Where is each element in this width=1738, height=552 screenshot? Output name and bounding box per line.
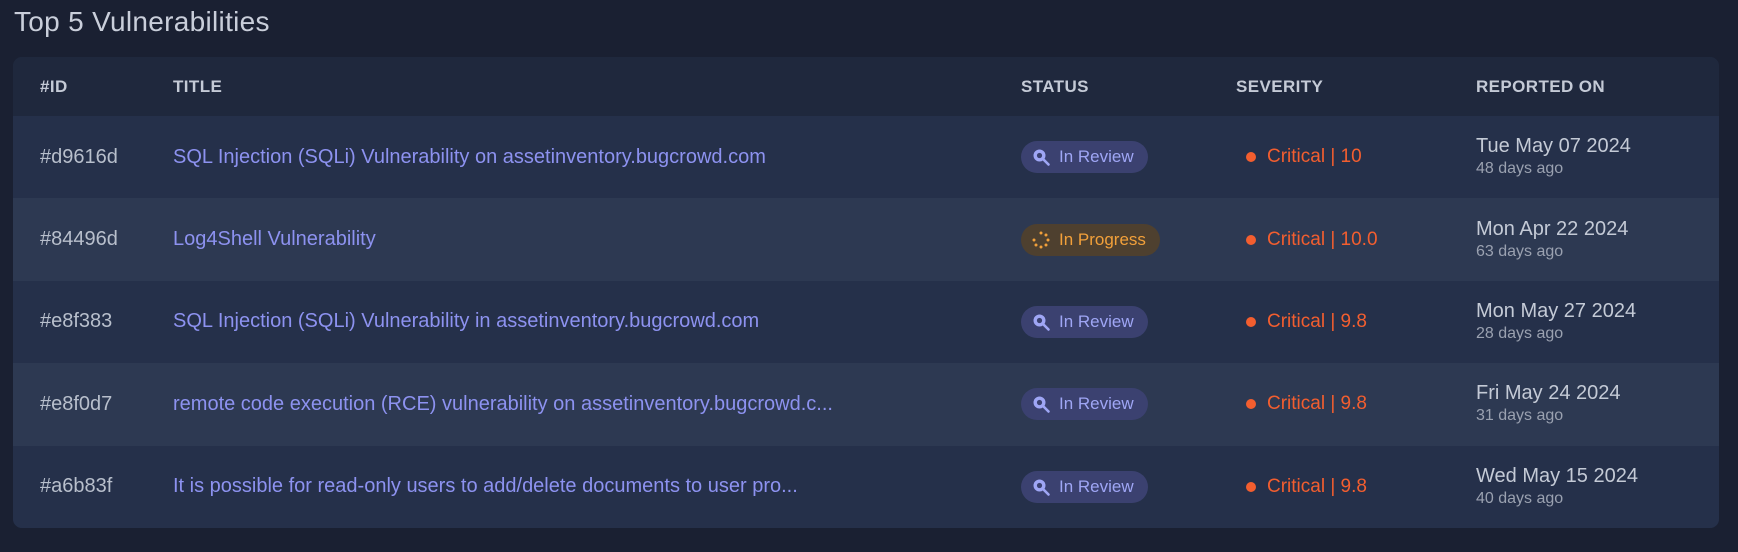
reported-relative: 28 days ago <box>1476 324 1564 342</box>
status-label: In Review <box>1059 476 1134 496</box>
status-label: In Review <box>1059 311 1134 331</box>
magnifier-icon <box>1033 149 1050 166</box>
reported-date: Tue May 07 2024 <box>1476 135 1631 158</box>
magnifier-icon <box>1033 314 1050 331</box>
table-row[interactable]: #d9616d SQL Injection (SQLi) Vulnerabili… <box>13 116 1719 199</box>
column-header-severity[interactable]: SEVERITY <box>1236 77 1476 97</box>
table-row[interactable]: #a6b83f It is possible for read-only use… <box>13 445 1719 528</box>
reported-relative: 48 days ago <box>1476 160 1564 178</box>
severity-dot-icon <box>1246 481 1256 492</box>
column-header-status[interactable]: STATUS <box>1021 77 1236 97</box>
severity-label: Critical | 9.8 <box>1267 475 1367 497</box>
severity-label: Critical | 9.8 <box>1267 310 1367 332</box>
table-row[interactable]: #e8f383 SQL Injection (SQLi) Vulnerabili… <box>13 280 1719 364</box>
status-badge: In Review <box>1021 305 1148 338</box>
vulnerability-title-link[interactable]: Log4Shell Vulnerability <box>173 228 376 250</box>
reported-relative: 63 days ago <box>1476 242 1564 260</box>
severity-label: Critical | 10.0 <box>1267 228 1378 250</box>
table-header: #ID TITLE STATUS SEVERITY REPORTED ON <box>13 57 1719 116</box>
status-badge: In Progress <box>1021 223 1160 256</box>
severity-dot-icon <box>1246 399 1256 410</box>
magnifier-icon <box>1033 396 1050 414</box>
vulnerability-id: #84496d <box>40 228 118 251</box>
vulnerability-title-link[interactable]: remote code execution (RCE) vulnerabilit… <box>173 393 833 415</box>
reported-relative: 40 days ago <box>1476 489 1564 507</box>
vulnerability-id: #e8f383 <box>40 310 113 333</box>
reported-date: Fri May 24 2024 <box>1476 382 1621 405</box>
column-header-reported-on[interactable]: REPORTED ON <box>1476 77 1719 97</box>
column-header-id[interactable]: #ID <box>13 77 173 97</box>
severity-dot-icon <box>1246 316 1256 327</box>
vulnerability-id: #d9616d <box>40 145 118 168</box>
status-badge: In Review <box>1021 470 1148 503</box>
reported-date: Wed May 15 2024 <box>1476 464 1638 487</box>
severity-label: Critical | 10 <box>1267 146 1362 168</box>
reported-relative: 31 days ago <box>1476 407 1564 425</box>
severity-label: Critical | 9.8 <box>1267 393 1367 415</box>
severity-indicator: Critical | 9.8 <box>1236 476 1367 498</box>
spinner-icon <box>1032 231 1050 249</box>
magnifier-icon <box>1033 479 1050 496</box>
table-row[interactable]: #84496d Log4Shell Vulnerability In Progr… <box>13 198 1719 281</box>
table-row[interactable]: #e8f0d7 remote code execution (RCE) vuln… <box>13 363 1719 446</box>
status-badge: In Review <box>1021 388 1148 421</box>
severity-dot-icon <box>1246 234 1256 245</box>
vulnerability-id: #e8f0d7 <box>40 392 113 415</box>
severity-indicator: Critical | 10 <box>1236 146 1362 168</box>
reported-date: Mon Apr 22 2024 <box>1476 217 1629 240</box>
vulnerability-title-link[interactable]: SQL Injection (SQLi) Vulnerability on as… <box>173 146 766 168</box>
vulnerabilities-table: #ID TITLE STATUS SEVERITY REPORTED ON #d… <box>13 57 1719 528</box>
severity-dot-icon <box>1246 152 1256 163</box>
vulnerability-title-link[interactable]: It is possible for read-only users to ad… <box>173 475 798 497</box>
column-header-title[interactable]: TITLE <box>173 77 1021 97</box>
reported-date: Mon May 27 2024 <box>1476 299 1637 322</box>
vulnerability-title-link[interactable]: SQL Injection (SQLi) Vulnerability in as… <box>173 310 759 332</box>
vulnerability-id: #a6b83f <box>40 475 113 498</box>
severity-indicator: Critical | 9.8 <box>1236 311 1367 333</box>
page-title: Top 5 Vulnerabilities <box>14 6 270 37</box>
severity-indicator: Critical | 10.0 <box>1236 229 1378 251</box>
status-badge: In Review <box>1021 141 1148 174</box>
status-label: In Review <box>1059 147 1134 167</box>
status-label: In Review <box>1059 394 1134 414</box>
severity-indicator: Critical | 9.8 <box>1236 393 1367 415</box>
status-label: In Progress <box>1059 229 1146 249</box>
